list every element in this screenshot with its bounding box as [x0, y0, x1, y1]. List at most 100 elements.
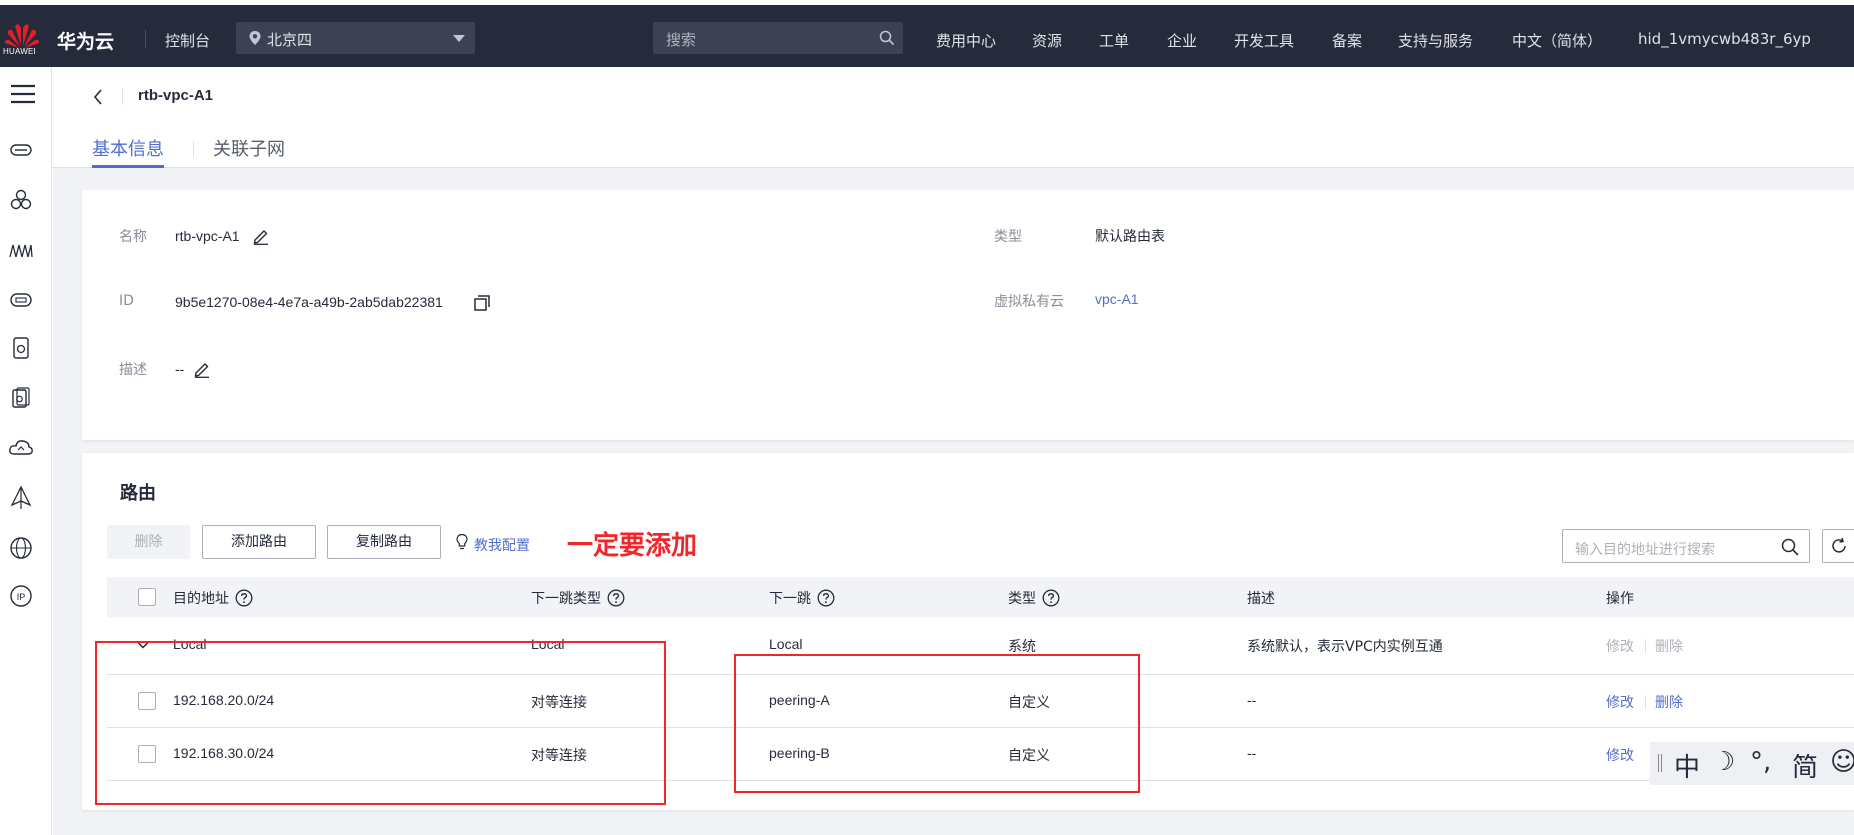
- svg-text:IP: IP: [17, 592, 26, 602]
- table-row: 192.168.20.0/24 对等连接 peering-A 自定义 -- 修改…: [107, 675, 1854, 728]
- ime-chinese-mode[interactable]: 中: [1674, 747, 1700, 784]
- console-link[interactable]: 控制台: [165, 30, 210, 51]
- table-row: 192.168.30.0/24 对等连接 peering-B 自定义 -- 修改: [107, 728, 1854, 781]
- ime-punctuation-mode[interactable]: °,: [1750, 747, 1771, 777]
- help-icon[interactable]: [607, 589, 625, 607]
- destination-cell: 192.168.20.0/24: [173, 692, 275, 708]
- add-route-button[interactable]: 添加路由: [202, 525, 316, 559]
- nav-resources[interactable]: 资源: [1032, 30, 1062, 51]
- type-cell: 系统: [1008, 639, 1036, 655]
- name-value: rtb-vpc-A1: [175, 228, 240, 244]
- route-search-placeholder: 输入目的地址进行搜索: [1575, 542, 1715, 558]
- copy-route-button[interactable]: 复制路由: [327, 525, 441, 559]
- drag-handle-icon[interactable]: [1658, 754, 1662, 772]
- ime-toolbar[interactable]: 中 ☽ °, 简 ☺: [1650, 742, 1854, 785]
- type-value: 默认路由表: [1095, 228, 1165, 244]
- container-icon[interactable]: [8, 237, 34, 263]
- delete-route-button[interactable]: 删除: [107, 525, 190, 559]
- chevron-down-icon: [453, 35, 465, 42]
- row-checkbox[interactable]: [138, 692, 156, 710]
- page-title: rtb-vpc-A1: [138, 87, 214, 104]
- row-checkbox[interactable]: [138, 745, 156, 763]
- description-cell: --: [1247, 692, 1257, 708]
- delete-route-row-button[interactable]: 删除: [1655, 692, 1683, 712]
- nav-tickets[interactable]: 工单: [1099, 30, 1129, 51]
- modify-route-button[interactable]: 修改: [1606, 745, 1634, 765]
- edit-description-pencil-icon[interactable]: [193, 360, 211, 378]
- divider: [1645, 639, 1646, 653]
- name-label: 名称: [119, 229, 147, 245]
- search-icon[interactable]: [879, 30, 895, 46]
- nav-language[interactable]: 中文（简体）: [1512, 30, 1602, 51]
- routes-card: 路由 删除 添加路由 复制路由 教我配置 一定要添加 输入目的地址进行搜索 目的…: [82, 453, 1854, 810]
- col-operations: 操作: [1606, 591, 1634, 607]
- edit-name-pencil-icon[interactable]: [252, 227, 270, 245]
- cloud-disk-icon[interactable]: [8, 287, 34, 313]
- brand-name[interactable]: 华为云: [57, 27, 114, 54]
- divider: [122, 88, 123, 105]
- nav-support[interactable]: 支持与服务: [1398, 30, 1473, 51]
- nav-enterprise[interactable]: 企业: [1167, 30, 1197, 51]
- top-navigation-bar: HUAWEI 华为云 控制台 北京四 搜索 费用中心 资源 工单 企业 开发工具…: [0, 5, 1854, 67]
- modify-route-button[interactable]: 修改: [1606, 692, 1634, 712]
- backup-icon[interactable]: [8, 385, 34, 411]
- nav-dev-tools[interactable]: 开发工具: [1234, 30, 1294, 51]
- col-type-label: 类型: [1008, 591, 1036, 607]
- search-icon[interactable]: [1781, 538, 1799, 556]
- next-hop-link[interactable]: peering-B: [769, 745, 830, 761]
- lightbulb-icon: [456, 533, 468, 550]
- global-search-input[interactable]: 搜索: [653, 22, 903, 54]
- ime-moon-icon[interactable]: ☽: [1712, 747, 1735, 777]
- select-all-checkbox[interactable]: [138, 588, 156, 606]
- route-search-input[interactable]: 输入目的地址进行搜索: [1562, 529, 1810, 563]
- help-icon[interactable]: [1042, 589, 1060, 607]
- help-icon[interactable]: [235, 589, 253, 607]
- ime-simplified-mode[interactable]: 简: [1792, 747, 1818, 784]
- nav-icp-filing[interactable]: 备案: [1332, 30, 1362, 51]
- back-arrow-icon[interactable]: [90, 87, 106, 107]
- next-hop-type-cell: 对等连接: [531, 695, 587, 711]
- vpc-link[interactable]: vpc-A1: [1095, 291, 1139, 307]
- routes-section-title: 路由: [120, 483, 156, 504]
- globe-icon[interactable]: [8, 535, 34, 561]
- region-selector[interactable]: 北京四: [236, 22, 475, 54]
- eip-icon[interactable]: IP: [8, 583, 34, 609]
- description-cell: 系统默认，表示VPC内实例互通: [1247, 639, 1443, 655]
- col-next-hop-type: 下一跳类型: [531, 588, 625, 608]
- copy-icon[interactable]: [473, 294, 491, 312]
- chevron-down-icon[interactable]: [136, 638, 150, 652]
- network-icon[interactable]: [8, 485, 34, 511]
- page-header: rtb-vpc-A1 基本信息 关联子网: [52, 67, 1854, 168]
- modify-button-disabled: 修改: [1606, 639, 1634, 655]
- location-pin-icon: [249, 31, 261, 45]
- col-destination-label: 目的地址: [173, 591, 229, 607]
- description-cell: --: [1247, 745, 1257, 761]
- region-label: 北京四: [267, 31, 313, 49]
- col-next-hop: 下一跳: [769, 588, 835, 608]
- nav-account[interactable]: hid_1vmycwb483r_6yp: [1638, 30, 1811, 48]
- next-hop-cell: Local: [769, 636, 803, 652]
- col-destination: 目的地址: [173, 588, 253, 608]
- cloud-server-icon[interactable]: [8, 137, 34, 163]
- storage-icon[interactable]: [8, 335, 34, 361]
- vpc-label: 虚拟私有云: [994, 294, 1064, 310]
- destination-cell: Local: [173, 636, 207, 652]
- routes-table-header: 目的地址 下一跳类型 下一跳 类型 描述 操作: [107, 577, 1854, 617]
- refresh-icon: [1832, 537, 1846, 553]
- col-next-hop-label: 下一跳: [769, 591, 811, 607]
- ime-emoji-icon[interactable]: ☺: [1830, 747, 1854, 777]
- cluster-icon[interactable]: [8, 187, 34, 213]
- tab-associated-subnets[interactable]: 关联子网: [213, 135, 285, 168]
- config-guide-link[interactable]: 教我配置: [474, 535, 530, 555]
- col-description: 描述: [1247, 591, 1275, 607]
- next-hop-link[interactable]: peering-A: [769, 692, 830, 708]
- nav-billing-center[interactable]: 费用中心: [936, 30, 996, 51]
- help-icon[interactable]: [817, 589, 835, 607]
- refresh-button[interactable]: [1822, 529, 1854, 563]
- logo-text: HUAWEI: [3, 47, 36, 56]
- tab-basic-info[interactable]: 基本信息: [92, 135, 164, 168]
- id-label: ID: [119, 293, 134, 309]
- menu-icon[interactable]: [10, 81, 36, 107]
- table-row: Local Local Local 系统 系统默认，表示VPC内实例互通 修改 …: [107, 617, 1854, 675]
- cloud-connect-icon[interactable]: [8, 435, 34, 461]
